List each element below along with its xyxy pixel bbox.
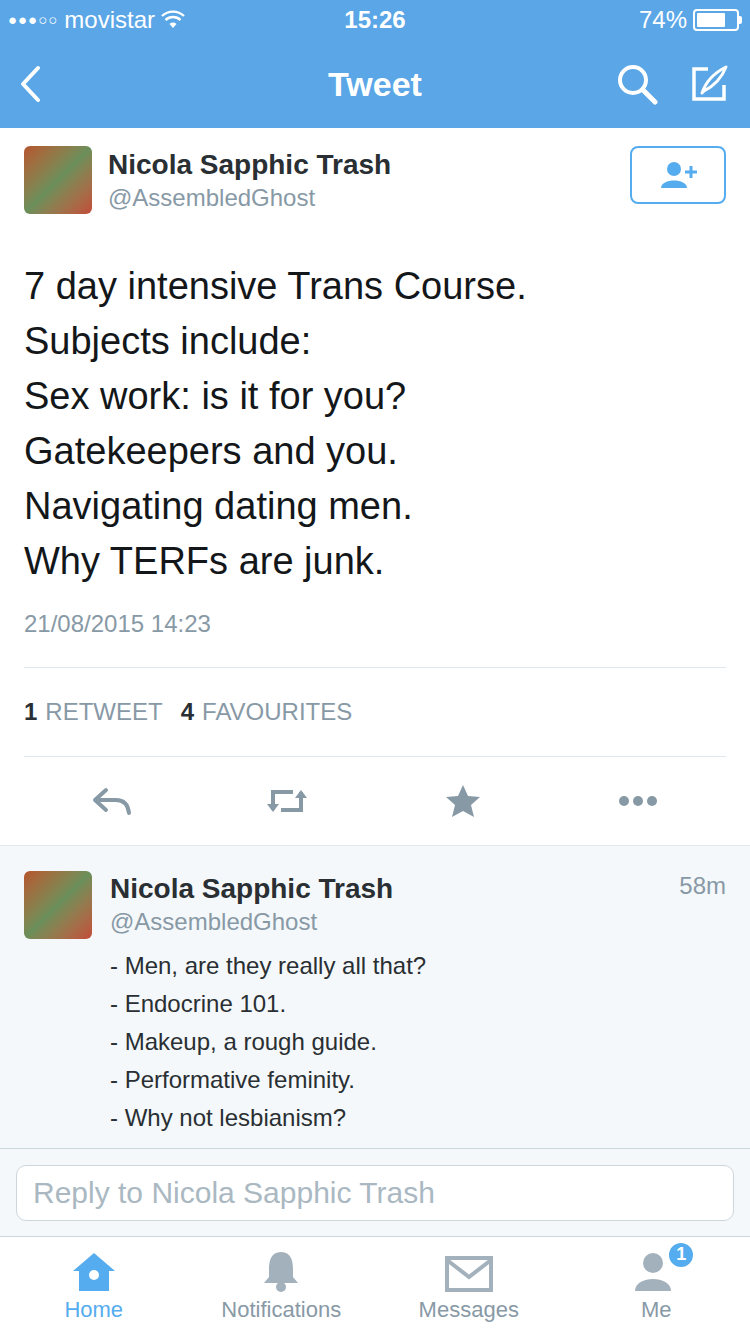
tab-item[interactable]: Notifications [188, 1237, 376, 1334]
tweet-line: Sex work: is it for you? [24, 369, 726, 424]
follow-button[interactable] [630, 146, 726, 204]
avatar[interactable] [24, 146, 92, 214]
home-icon [71, 1249, 117, 1293]
reply-author-name[interactable]: Nicola Sapphic Trash [110, 871, 393, 907]
tweet-line: 7 day intensive Trans Course. [24, 259, 726, 314]
retweet-count[interactable]: 1 [24, 694, 37, 730]
envelope-icon [444, 1249, 494, 1293]
tab-item[interactable]: 1 Me [563, 1237, 750, 1334]
tab-bar: Home Notifications Messages 1 Me [0, 1236, 750, 1334]
tab-label: Home [64, 1297, 123, 1323]
nav-title: Tweet [328, 59, 422, 110]
search-icon[interactable] [616, 63, 658, 105]
tab-label: Me [641, 1297, 672, 1323]
reply-input[interactable] [16, 1165, 734, 1221]
reply-time: 58m [679, 871, 726, 901]
reply-tweet[interactable]: Nicola Sapphic Trash 58m @AssembledGhost… [0, 845, 750, 1148]
reply-icon[interactable] [92, 786, 132, 816]
more-icon[interactable] [618, 795, 658, 807]
wifi-icon [161, 10, 185, 30]
tab-item[interactable]: Messages [375, 1237, 563, 1334]
author-name[interactable]: Nicola Sapphic Trash [108, 148, 630, 182]
tweet-line: Gatekeepers and you. [24, 424, 726, 479]
favourite-label[interactable]: FAVOURITES [202, 694, 352, 730]
reply-composer [0, 1148, 750, 1236]
reply-line: - Makeup, a rough guide. [110, 1023, 726, 1061]
reply-line: - Men, are they really all that? [110, 947, 726, 985]
timestamp: 21/08/2015 14:23 [24, 609, 726, 639]
reply-author-handle[interactable]: @AssembledGhost [110, 907, 726, 937]
actions-row [24, 757, 726, 845]
status-bar: ●●●○○ movistar 15:26 74% [0, 0, 750, 40]
clock: 15:26 [344, 2, 405, 38]
tweet-line: Subjects include: [24, 314, 726, 369]
battery-icon [693, 9, 739, 31]
stats-row: 1 RETWEET 4 FAVOURITES [24, 668, 726, 756]
favourite-count[interactable]: 4 [181, 694, 194, 730]
carrier: movistar [64, 2, 155, 38]
tweet-line: Why TERFs are junk. [24, 534, 726, 589]
tweet-text: 7 day intensive Trans Course.Subjects in… [24, 259, 726, 589]
reply-line: - Endocrine 101. [110, 985, 726, 1023]
tab-label: Messages [419, 1297, 519, 1323]
battery-fill [697, 13, 725, 27]
person-icon: 1 [633, 1249, 679, 1293]
tab-badge: 1 [667, 1241, 695, 1269]
battery-percent: 74% [639, 2, 687, 38]
tab-label: Notifications [221, 1297, 341, 1323]
reply-avatar[interactable] [24, 871, 92, 939]
tweet-line: Navigating dating men. [24, 479, 726, 534]
compose-icon[interactable] [688, 63, 730, 105]
author-handle[interactable]: @AssembledGhost [108, 182, 630, 214]
favourite-icon[interactable] [445, 784, 481, 818]
reply-text: - Men, are they really all that?- Endocr… [110, 947, 726, 1137]
follow-icon [658, 160, 698, 190]
signal: ●●●○○ [8, 9, 58, 32]
tab-item[interactable]: Home [0, 1237, 188, 1334]
nav-bar: Tweet [0, 40, 750, 128]
bell-icon [261, 1249, 301, 1293]
tweet: Nicola Sapphic Trash @AssembledGhost 7 d… [0, 128, 750, 845]
reply-line: - Why not lesbianism? [110, 1099, 726, 1137]
retweet-icon[interactable] [265, 786, 309, 816]
retweet-label[interactable]: RETWEET [45, 694, 162, 730]
back-icon[interactable] [20, 65, 42, 103]
reply-line: - Performative feminity. [110, 1061, 726, 1099]
